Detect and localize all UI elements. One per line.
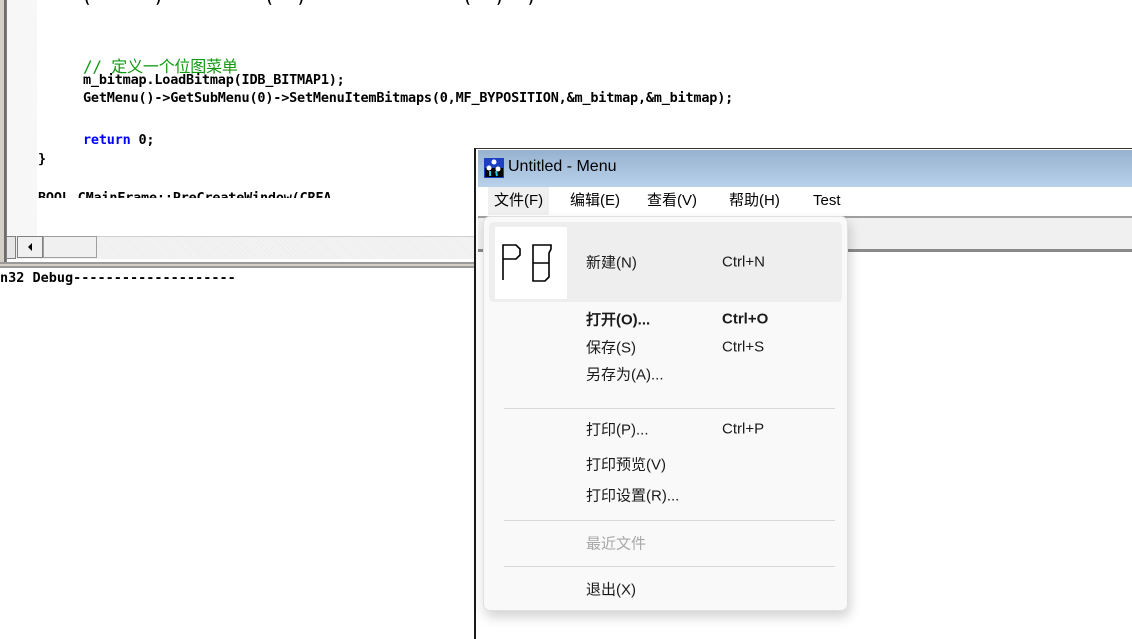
menu-separator (504, 520, 835, 521)
menu-item-label: 打开(O)... (586, 311, 651, 329)
menu-item-save[interactable]: 保存(S) Ctrl+S (489, 333, 842, 361)
pb-bitmap-icon (495, 227, 567, 299)
menu-test[interactable]: Test (807, 187, 847, 215)
menu-item-print[interactable]: 打印(P)... Ctrl+P (489, 415, 842, 443)
code-close-brace: } (38, 151, 46, 167)
editor-frame-edge (4, 0, 6, 264)
menu-bar: 文件(F) 编辑(E) 查看(V) 帮助(H) Test (478, 187, 1132, 215)
menu-item-exit[interactable]: 退出(X) (489, 575, 842, 603)
menu-item-shortcut: Ctrl+S (722, 338, 765, 356)
code-line-set-bitmaps: GetMenu()->GetSubMenu(0)->SetMenuItemBit… (83, 90, 734, 106)
code-line-partial: ( ) ( ) ( ) ) (83, 0, 535, 7)
window-title: Untitled - Menu (508, 158, 617, 175)
editor-gutter (7, 0, 37, 236)
splitter-handle[interactable] (7, 236, 16, 259)
menu-item-recent-files: 最近文件 (489, 529, 842, 557)
menu-view[interactable]: 查看(V) (641, 187, 703, 215)
menu-item-label: 打印预览(V) (586, 456, 666, 474)
menu-file[interactable]: 文件(F) (488, 187, 550, 215)
menu-item-label: 打印(P)... (586, 421, 649, 439)
scroll-left-button[interactable] (17, 236, 43, 258)
arrow-left-icon (28, 243, 32, 251)
return-value: 0; (130, 132, 155, 148)
menu-item-label: 另存为(A)... (586, 366, 664, 384)
menu-item-label: 新建(N) (586, 254, 637, 272)
menu-item-open[interactable]: 打开(O)... Ctrl+O (489, 305, 842, 333)
menu-help[interactable]: 帮助(H) (723, 187, 786, 215)
keyword-return: return (83, 132, 131, 148)
menu-item-label: 打印设置(R)... (586, 487, 680, 505)
menu-item-shortcut: Ctrl+N (722, 253, 765, 271)
code-line-clipped: BOOL CMainFrame::PreCreateWindow(CREA (38, 190, 331, 198)
code-line-return: return 0; (83, 132, 155, 148)
menu-item-save-as[interactable]: 另存为(A)... (489, 360, 842, 388)
menu-edit[interactable]: 编辑(E) (564, 187, 626, 215)
mfc-app-icon (484, 158, 504, 178)
code-line-load-bitmap: m_bitmap.LoadBitmap(IDB_BITMAP1); (83, 72, 345, 88)
menu-item-label: 最近文件 (586, 535, 647, 553)
pane-divider[interactable] (0, 262, 480, 268)
file-menu-dropdown: 新建(N) Ctrl+N 打开(O)... Ctrl+O 保存(S) Ctrl+… (483, 216, 848, 611)
menu-item-shortcut: Ctrl+P (722, 420, 765, 438)
menu-separator (504, 566, 835, 567)
title-bar[interactable]: Untitled - Menu (478, 150, 1132, 187)
menu-item-label: 退出(X) (586, 581, 636, 599)
menu-separator (504, 408, 835, 409)
menu-item-print-preview[interactable]: 打印预览(V) (489, 450, 842, 478)
output-text: n32 Debug-------------------- (0, 270, 236, 286)
menu-item-new[interactable]: 新建(N) Ctrl+N (489, 222, 842, 302)
menu-item-shortcut: Ctrl+O (722, 310, 769, 328)
scrollbar-thumb[interactable] (43, 236, 97, 258)
menu-item-label: 保存(S) (586, 339, 636, 357)
clipped-text: BOOL CMainFrame::PreCreateWindow(CREA (38, 190, 332, 198)
menu-item-print-setup[interactable]: 打印设置(R)... (489, 481, 842, 509)
